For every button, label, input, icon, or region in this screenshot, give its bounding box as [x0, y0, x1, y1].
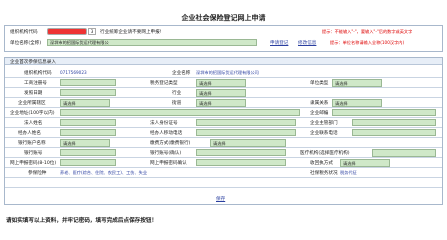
postcode-input[interactable]: [332, 109, 436, 116]
region-select[interactable]: 请选择: [60, 99, 110, 107]
save-button[interactable]: 保存: [216, 196, 225, 202]
social-value: 税务代征: [340, 170, 357, 175]
insurance-value: 养老、医疗(综合、住院、农民工)、工伤、失业: [60, 170, 148, 175]
unit-name-label: 单位名称(全称): [10, 41, 42, 46]
affiliation-label: 隶属关系: [310, 101, 329, 106]
contact-phone-input[interactable]: [196, 129, 296, 136]
account-confirm-input[interactable]: [196, 149, 286, 156]
legal-id-input[interactable]: [196, 119, 296, 126]
page-title: 企业社会保险登记网上申请: [181, 14, 266, 22]
approve-select[interactable]: 请选择: [196, 79, 246, 87]
contact-input[interactable]: [60, 129, 116, 136]
postcode-label: 企业邮编: [310, 111, 329, 116]
org-code-label: 组织机构代码: [10, 30, 38, 35]
street-label: 街道: [172, 101, 182, 106]
manager-input[interactable]: [352, 119, 436, 126]
institution-label: 医疗机构(选择医疗机构): [300, 151, 350, 156]
open-date-label: 发照日期: [24, 91, 43, 96]
work-place-label: 工商注册号: [24, 81, 47, 86]
legal-name-input[interactable]: [60, 119, 116, 126]
modify-info-link[interactable]: 修改信息: [298, 40, 316, 46]
receive-select[interactable]: 请选择: [340, 159, 390, 167]
contact-phone-label: 经办人移动电话: [150, 131, 183, 136]
footer-note: 请如实填写以上资料，并牢记密码，填写完成后点保存按钮！: [6, 218, 158, 224]
hint-unit-name: 提示：单位名称请输入全称(100汉字内): [330, 40, 405, 45]
address-input[interactable]: [60, 109, 300, 116]
account-label: 银行账号: [24, 151, 43, 156]
industry-prompt: 行业统筹企业请不要网上申报!: [100, 30, 162, 35]
online-pwd-label: 网上申报密码(8-10位): [10, 161, 57, 166]
street-select[interactable]: 请选择: [196, 99, 246, 107]
enterprise-type-select[interactable]: 请选择: [332, 79, 382, 87]
apply-register-link[interactable]: 申请登记: [270, 40, 288, 46]
contact-tel-label: 企业联系电话: [310, 131, 338, 136]
section-title: 企业首次参保信息录入: [10, 60, 56, 65]
contact-tel-input[interactable]: [352, 129, 436, 136]
work-place-input[interactable]: [60, 79, 116, 86]
payment-select[interactable]: 请选择: [210, 139, 286, 147]
online-pwd-input[interactable]: [60, 159, 116, 166]
section-header: [5, 58, 442, 65]
institution-select[interactable]: [372, 149, 436, 157]
industry-label: 行业: [172, 91, 182, 96]
hint-code-format: 提示：不能输入"-"，要输入"-"后的数字或英文字: [322, 29, 413, 34]
payment-label: 缴费方式(缴费银行): [150, 141, 191, 146]
org-code-input[interactable]: [47, 28, 87, 35]
account-confirm-label: 银行账号(确认): [150, 151, 182, 156]
account-input[interactable]: [60, 149, 116, 156]
legal-name-label: 法人姓名: [24, 121, 43, 126]
social-label: 社保税务状况: [310, 171, 338, 176]
company-name-value: 深圳市的招国际货运代理有限公司: [196, 70, 259, 75]
bank-select[interactable]: 请选择: [60, 139, 110, 147]
region-label: 企业所属辖区: [18, 101, 46, 106]
insurance-label: 参保险种: [28, 171, 47, 176]
manager-label: 企业主管部门: [310, 121, 338, 126]
company-name-label: 企业名称: [172, 71, 191, 76]
receive-label: 收回执方式: [310, 161, 333, 166]
enterprise-type-label: 单位类型: [310, 81, 329, 86]
address-label: 企业地址(100字以内): [10, 111, 55, 116]
open-date-input[interactable]: [60, 89, 116, 96]
form-org-code-value: 0717569023: [60, 70, 87, 75]
confirm-pwd-input[interactable]: [196, 159, 286, 166]
form-org-code-label: 组织机构代码: [24, 71, 52, 76]
org-code-suffix-input[interactable]: 3: [88, 28, 96, 35]
unit-name-input[interactable]: 深圳市的招国际货运代理有限公: [47, 39, 257, 46]
confirm-pwd-label: 网上申报密码确认: [150, 161, 187, 166]
bank-label: 银行账户名称: [18, 141, 46, 146]
contact-label: 经办人姓名: [18, 131, 41, 136]
legal-id-label: 法人身份证号: [150, 121, 178, 126]
approve-label: 税务登记类型: [150, 81, 178, 86]
affiliation-select[interactable]: 请选择: [332, 99, 382, 107]
industry-select[interactable]: 请选择: [196, 89, 246, 97]
